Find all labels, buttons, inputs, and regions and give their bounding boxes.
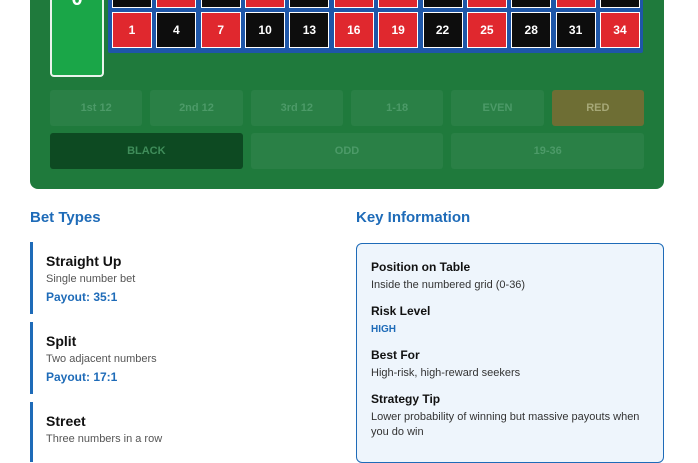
best-for-label: Best For [371, 348, 420, 362]
number-grid: 1 4 7 10 13 16 19 22 25 28 31 34 [108, 0, 643, 53]
strategy-tip-value: Lower probability of winning but massive… [371, 411, 640, 438]
number-cell-19[interactable]: 19 [378, 12, 419, 48]
number-row-bottom: 1 4 7 10 13 16 19 22 25 28 31 34 [112, 12, 640, 48]
bet-type-name: Street [46, 413, 86, 429]
risk-level-label: Risk Level [371, 304, 431, 318]
bet-type-payout: Payout: 17:1 [46, 370, 118, 384]
number-cell[interactable] [422, 0, 463, 8]
bet-type-street[interactable]: Street Three numbers in a row [30, 402, 320, 462]
outside-bets-row-1: 1st 12 2nd 12 3rd 12 1-18 EVEN RED [50, 90, 644, 126]
strategy-tip-label: Strategy Tip [371, 392, 441, 406]
bet-19-36-button[interactable]: 19-36 [451, 133, 645, 169]
roulette-board: 0 1 4 7 10 13 16 19 22 25 28 [30, 0, 664, 189]
number-cell-25[interactable]: 25 [466, 12, 507, 48]
number-cell[interactable] [466, 0, 507, 8]
key-information-panel: Position on Table Inside the numbered gr… [356, 243, 664, 463]
position-label: Position on Table [371, 260, 471, 274]
bet-red-button[interactable]: RED [551, 90, 644, 126]
bet-type-description: Two adjacent numbers [46, 353, 157, 365]
bet-odd-button[interactable]: ODD [250, 133, 444, 169]
number-cell-16[interactable]: 16 [333, 12, 374, 48]
risk-level-value: HIGH [371, 324, 396, 335]
number-cell[interactable] [599, 0, 640, 8]
number-cell-1[interactable]: 1 [112, 12, 152, 48]
bet-type-split[interactable]: Split Two adjacent numbers Payout: 17:1 [30, 322, 320, 394]
number-cell[interactable] [511, 0, 552, 8]
number-cell-28[interactable]: 28 [511, 12, 552, 48]
number-cell[interactable] [555, 0, 596, 8]
bet-type-payout: Payout: 35:1 [46, 290, 118, 304]
number-cell[interactable] [112, 0, 152, 8]
number-cell-22[interactable]: 22 [422, 12, 463, 48]
bet-type-name: Split [46, 333, 77, 349]
bet-type-description: Three numbers in a row [46, 433, 163, 445]
number-row-top [112, 0, 640, 8]
bet-types-title: Bet Types [30, 209, 101, 226]
bet-1-18-button[interactable]: 1-18 [350, 90, 444, 126]
number-cell[interactable] [333, 0, 374, 8]
bet-type-straight-up[interactable]: Straight Up Single number bet Payout: 35… [30, 242, 320, 314]
number-cell-10[interactable]: 10 [245, 12, 286, 48]
position-value: Inside the numbered grid (0-36) [371, 279, 526, 291]
bet-1st-12-button[interactable]: 1st 12 [50, 90, 143, 126]
best-for-value: High-risk, high-reward seekers [371, 367, 521, 379]
number-cell-7[interactable]: 7 [200, 12, 241, 48]
zero-label: 0 [71, 0, 82, 75]
number-cell[interactable] [289, 0, 330, 8]
bet-2nd-12-button[interactable]: 2nd 12 [150, 90, 243, 126]
number-cell[interactable] [200, 0, 241, 8]
number-cell[interactable] [245, 0, 286, 8]
bet-type-name: Straight Up [46, 253, 122, 269]
bet-type-description: Single number bet [46, 273, 136, 285]
number-cell-4[interactable]: 4 [156, 12, 197, 48]
number-cell-13[interactable]: 13 [289, 12, 330, 48]
number-cell-31[interactable]: 31 [555, 12, 596, 48]
bet-black-button[interactable]: BLACK [50, 133, 243, 169]
key-information-title: Key Information [356, 209, 471, 226]
number-cell[interactable] [156, 0, 197, 8]
bet-3rd-12-button[interactable]: 3rd 12 [250, 90, 343, 126]
outside-bets-row-2: BLACK ODD 19-36 [50, 133, 645, 169]
number-cell-34[interactable]: 34 [599, 12, 640, 48]
number-0-cell[interactable]: 0 [50, 0, 104, 77]
bet-even-button[interactable]: EVEN [451, 90, 544, 126]
number-cell[interactable] [378, 0, 419, 8]
